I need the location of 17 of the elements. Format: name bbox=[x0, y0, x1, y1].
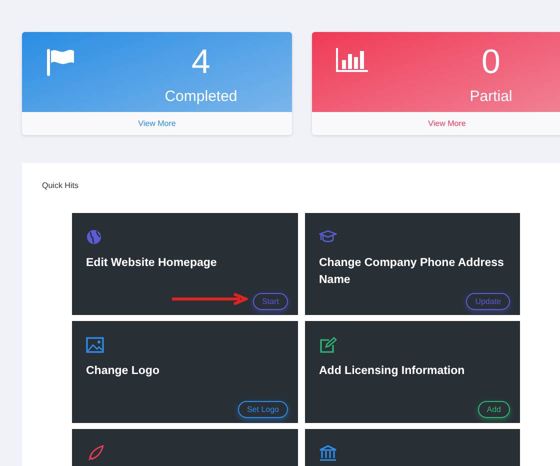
task-button[interactable]: Update bbox=[466, 293, 510, 310]
view-more-link[interactable]: View More bbox=[138, 119, 176, 128]
stat-label: Partial bbox=[470, 88, 512, 105]
task-title: Edit Website Homepage bbox=[86, 256, 217, 271]
task-title: Add Licensing Information bbox=[319, 364, 465, 379]
flag-icon bbox=[46, 48, 76, 76]
stat-count: 0 bbox=[482, 42, 500, 82]
task-button[interactable]: Add bbox=[478, 401, 510, 418]
task-button[interactable]: Set Logo bbox=[238, 401, 288, 418]
view-more-link[interactable]: View More bbox=[428, 119, 466, 128]
panel-title: Quick Hits bbox=[42, 181, 80, 190]
task-button[interactable]: Start bbox=[253, 293, 288, 310]
task-title: Change Logo bbox=[86, 364, 160, 379]
task-title: Change Company Phone Address Name bbox=[319, 256, 505, 288]
stat-label: Completed bbox=[164, 88, 238, 105]
stat-count: 4 bbox=[192, 42, 210, 82]
bar-chart-icon bbox=[336, 48, 369, 72]
